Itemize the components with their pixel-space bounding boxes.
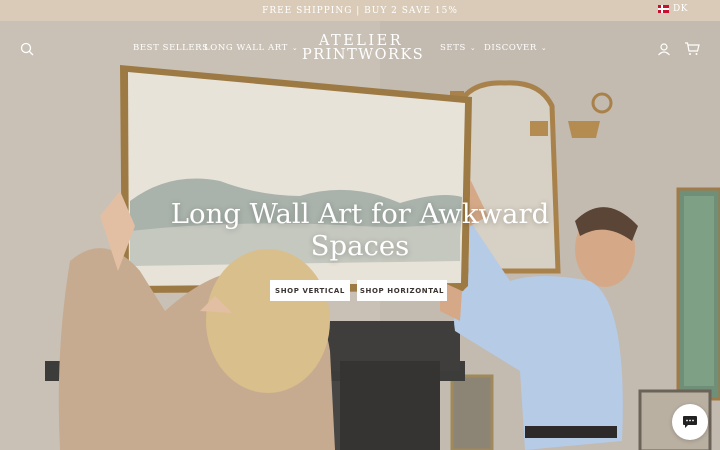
nav-best-sellers-label: BEST SELLERS	[133, 43, 209, 53]
locale-label: DK	[673, 4, 688, 14]
nav-long-wall-art-label: LONG WALL ART	[204, 43, 288, 53]
hero-headline: Long Wall Art for Awkward Spaces	[170, 198, 550, 262]
cart-icon[interactable]	[684, 41, 700, 56]
chevron-down-icon: ⌄	[291, 44, 299, 52]
chat-widget-button[interactable]	[672, 404, 708, 440]
announcement-bar: FREE SHIPPING | BUY 2 SAVE 15% DK	[0, 0, 720, 21]
shop-horizontal-button[interactable]: SHOP HORIZONTAL	[357, 280, 447, 301]
chevron-down-icon: ⌄	[540, 44, 548, 52]
announcement-text: FREE SHIPPING | BUY 2 SAVE 15%	[262, 5, 458, 16]
locale-selector[interactable]: DK	[658, 4, 688, 14]
site-logo[interactable]: ATELIER PRINTWORKS	[302, 33, 425, 63]
nav-sets[interactable]: SETS ⌄	[440, 43, 476, 53]
site-header: BEST SELLERS LONG WALL ART ⌄ ATELIER PRI…	[0, 21, 720, 77]
denmark-flag-icon	[658, 5, 670, 13]
chat-bubble-icon	[683, 416, 697, 428]
shop-vertical-button[interactable]: SHOP VERTICAL	[270, 280, 350, 301]
search-icon[interactable]	[20, 42, 34, 56]
chevron-down-icon: ⌄	[469, 44, 477, 52]
account-icon[interactable]	[657, 42, 671, 56]
nav-long-wall-art[interactable]: LONG WALL ART ⌄	[204, 43, 298, 53]
nav-discover-label: DISCOVER	[484, 43, 537, 53]
nav-discover[interactable]: DISCOVER ⌄	[484, 43, 547, 53]
nav-sets-label: SETS	[440, 43, 466, 53]
logo-line1: ATELIER	[318, 33, 404, 49]
logo-line2: PRINTWORKS	[302, 47, 425, 63]
nav-best-sellers[interactable]: BEST SELLERS	[133, 43, 209, 53]
